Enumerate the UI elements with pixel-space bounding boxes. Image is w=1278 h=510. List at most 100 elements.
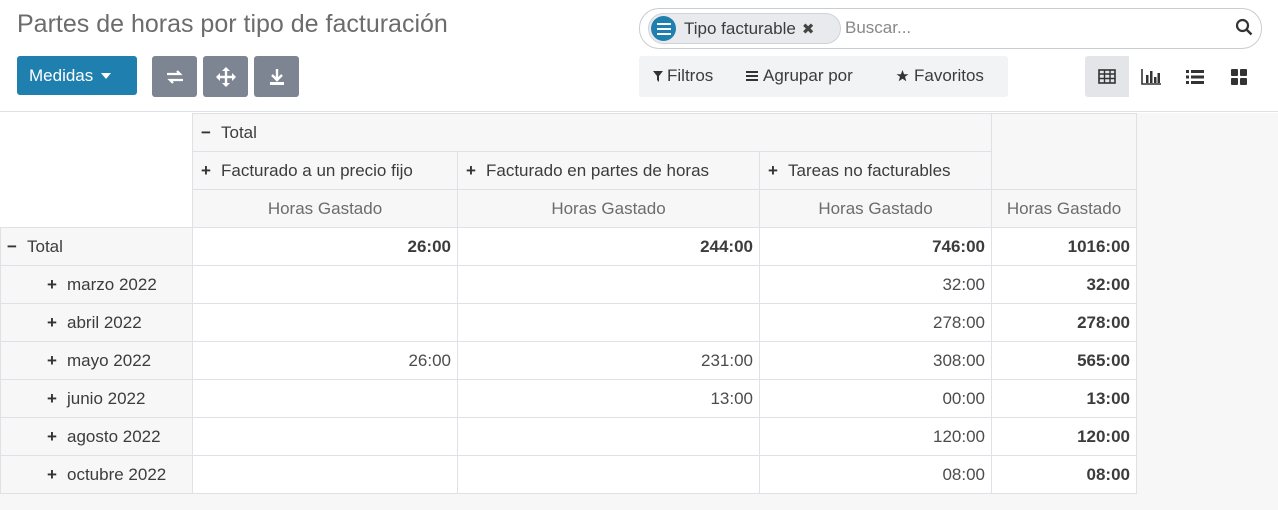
row-header[interactable]: + abril 2022 [0,303,193,342]
measure-header[interactable]: Horas Gastado [457,189,760,228]
measure-header[interactable]: Horas Gastado [991,189,1137,228]
bar-chart-icon [1141,68,1161,85]
table-icon [1098,69,1116,84]
favorites-dropdown[interactable]: Favoritos [896,66,984,86]
plus-icon: + [47,312,57,332]
col-header-group-label: Facturado en partes de horas [486,160,710,180]
row-header[interactable]: + junio 2022 [0,379,193,418]
view-graph-button[interactable] [1129,56,1173,97]
expand-all-button[interactable] [203,56,248,97]
plus-icon: + [47,350,57,370]
pivot-cell[interactable]: 231:00 [457,341,760,380]
row-header[interactable]: + octubre 2022 [0,455,193,494]
pivot-cell[interactable]: 308:00 [759,341,992,380]
facet-remove-icon[interactable]: ✖ [802,20,815,38]
pivot-cell[interactable] [457,417,760,456]
pivot-cell[interactable]: 120:00 [759,417,992,456]
pivot-cell[interactable]: 32:00 [759,265,992,304]
row-header-label: mayo 2022 [67,350,152,370]
pivot-cell[interactable]: 565:00 [991,341,1137,380]
pivot-cell[interactable]: 13:00 [991,379,1137,418]
plus-icon: + [201,160,211,180]
search-icon[interactable] [1235,18,1253,41]
view-kanban-button[interactable] [1217,56,1261,97]
pivot-cell[interactable]: 1016:00 [991,227,1137,266]
row-header[interactable]: + agosto 2022 [0,417,193,456]
filter-icon [653,70,663,82]
search-facet[interactable]: Tipo facturable ✖ [648,13,841,44]
pivot-cell[interactable] [457,303,760,342]
control-panel: Partes de horas por tipo de facturación … [0,0,1278,112]
pivot-cell[interactable] [192,265,458,304]
minus-icon: − [201,122,211,142]
pivot-cell[interactable]: 13:00 [457,379,760,418]
flip-axis-button[interactable] [152,56,197,97]
row-header-label: abril 2022 [67,312,142,332]
col-header-group-label: Tareas no facturables [788,160,951,180]
col-header-total-label: Total [221,122,257,142]
pivot-cell[interactable]: 00:00 [759,379,992,418]
row-header[interactable]: + marzo 2022 [0,265,193,304]
pivot-cell[interactable]: 26:00 [192,341,458,380]
row-header-label: agosto 2022 [67,426,161,446]
pivot-cell[interactable]: 26:00 [192,227,458,266]
pivot-cell[interactable]: 120:00 [991,417,1137,456]
pivot-cell[interactable] [457,455,760,494]
pivot-cell[interactable]: 278:00 [991,303,1137,342]
search-input[interactable]: Buscar... [845,18,911,38]
measures-button[interactable]: Medidas [17,56,137,95]
minus-icon: − [7,236,17,256]
facet-label: Tipo facturable [684,18,796,38]
view-list-button[interactable] [1173,56,1217,97]
star-icon [896,70,909,82]
pivot-cell[interactable] [192,303,458,342]
row-header[interactable]: + mayo 2022 [0,341,193,380]
measures-label: Medidas [29,65,94,85]
pivot-cell[interactable] [192,455,458,494]
plus-icon: + [47,388,57,408]
pivot-cell[interactable] [457,265,760,304]
pivot-cell[interactable]: 746:00 [759,227,992,266]
view-pivot-button[interactable] [1085,56,1129,97]
plus-icon: + [47,426,57,446]
pivot-container: − Total + Facturado a un precio fijo + Fact… [0,113,1278,510]
plus-icon: + [466,160,476,180]
caret-down-icon [101,72,112,79]
filters-label: Filtros [667,66,714,85]
pivot-cell[interactable]: 244:00 [457,227,760,266]
groupby-label: Agrupar por [763,66,853,85]
measure-header[interactable]: Horas Gastado [759,189,992,228]
groupby-dropdown[interactable]: Agrupar por [746,66,853,86]
download-button[interactable] [254,56,299,97]
pivot-table: − Total + Facturado a un precio fijo + Fact… [0,113,1137,494]
pivot-cell[interactable] [192,379,458,418]
col-header-group[interactable]: + Tareas no facturables [759,151,992,190]
exchange-icon [166,69,183,84]
row-header-total-label: Total [27,236,63,256]
col-header-group-label: Facturado a un precio fijo [221,160,413,180]
plus-icon: + [47,274,57,294]
search-bar: Tipo facturable ✖ Buscar... [639,8,1262,49]
pivot-cell[interactable]: 08:00 [991,455,1137,494]
row-header-label: junio 2022 [67,388,146,408]
arrows-icon [215,66,236,87]
measure-header[interactable]: Horas Gastado [192,189,458,228]
row-header-label: octubre 2022 [67,464,167,484]
grid-icon [1231,68,1247,85]
pivot-cell[interactable] [192,417,458,456]
pivot-corner [0,113,193,228]
favorites-label: Favoritos [914,66,984,85]
col-header-group[interactable]: + Facturado a un precio fijo [192,151,458,190]
row-header-total[interactable]: − Total [0,227,193,266]
col-header-group[interactable]: + Facturado en partes de horas [457,151,760,190]
group-by-icon [651,16,676,41]
pivot-cell[interactable]: 278:00 [759,303,992,342]
col-header-total[interactable]: − Total [192,113,992,152]
view-switcher [1085,56,1262,97]
list-icon [1186,69,1204,84]
filters-dropdown[interactable]: Filtros [653,66,713,86]
pivot-cell[interactable]: 32:00 [991,265,1137,304]
filter-bar: Filtros Agrupar por Favoritos [639,56,1008,97]
download-icon [269,68,284,85]
pivot-cell[interactable]: 08:00 [759,455,992,494]
